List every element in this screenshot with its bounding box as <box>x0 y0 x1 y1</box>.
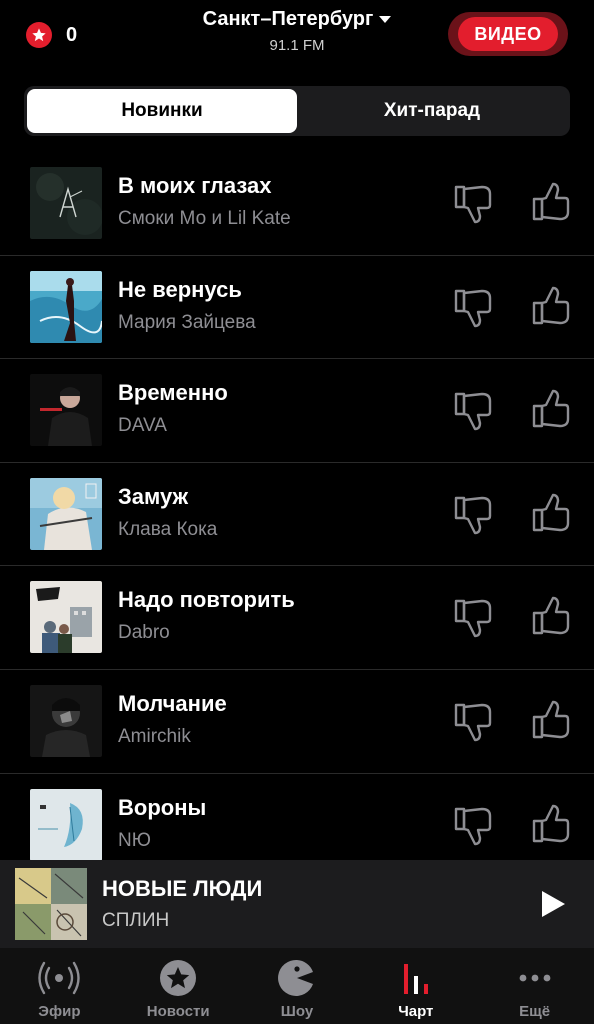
thumbs-up-icon[interactable] <box>530 698 574 742</box>
video-button-label: ВИДЕО <box>458 17 558 51</box>
thumbs-down-icon[interactable] <box>452 389 496 433</box>
broadcast-icon <box>37 958 81 998</box>
tab-chart[interactable]: Чарт <box>356 948 475 1024</box>
video-button[interactable]: ВИДЕО <box>448 12 568 56</box>
thumbs-up-icon[interactable] <box>530 594 574 638</box>
play-icon[interactable] <box>538 888 568 920</box>
thumbs-down-icon[interactable] <box>452 182 496 226</box>
thumbs-up-icon[interactable] <box>530 802 574 846</box>
chart-icon <box>394 958 438 998</box>
now-playing-title: НОВЫЕ ЛЮДИ <box>102 876 263 901</box>
tab-shows[interactable]: Шоу <box>238 948 357 1024</box>
thumbs-up-icon[interactable] <box>530 284 574 328</box>
now-playing-bar[interactable]: НОВЫЕ ЛЮДИ СПЛИН <box>0 860 594 948</box>
thumbs-down-icon[interactable] <box>452 804 496 848</box>
list-item[interactable]: Надо повторить Dabro <box>0 566 594 670</box>
now-playing-artist: СПЛИН <box>102 910 170 931</box>
list-item[interactable]: Не вернусь Мария Зайцева <box>0 256 594 360</box>
track-artist: Amirchik <box>118 725 191 747</box>
album-cover <box>30 581 102 654</box>
thumbs-down-icon[interactable] <box>452 596 496 640</box>
city-name[interactable]: Санкт–Петербург <box>203 8 374 31</box>
track-title: Временно <box>118 380 228 406</box>
now-playing-cover <box>15 868 87 940</box>
album-cover <box>30 270 102 343</box>
track-artist: NЮ <box>118 829 151 851</box>
track-artist: Мария Зайцева <box>118 311 256 333</box>
thumbs-up-icon[interactable] <box>530 180 574 224</box>
thumbs-down-icon[interactable] <box>452 700 496 744</box>
track-artist: Dabro <box>118 622 170 644</box>
track-title: Молчание <box>118 690 227 716</box>
tab-label: Чарт <box>398 1003 434 1020</box>
chart-segmented-control: Новинки Хит-парад <box>24 86 570 136</box>
chevron-down-icon[interactable] <box>379 16 392 23</box>
album-cover <box>30 788 102 860</box>
star-icon <box>156 958 200 998</box>
list-item[interactable]: В моих глазах Смоки Мо и Lil Kate <box>0 152 594 256</box>
thumbs-up-icon[interactable] <box>530 387 574 431</box>
tab-label: Эфир <box>38 1003 81 1020</box>
more-icon <box>513 958 557 998</box>
track-title: В моих глазах <box>118 173 272 198</box>
track-title: Замуж <box>118 483 189 509</box>
tab-label: Ещё <box>519 1003 551 1020</box>
tab-more[interactable]: Ещё <box>475 948 594 1024</box>
album-cover <box>30 684 102 757</box>
list-item[interactable]: Молчание Amirchik <box>0 670 594 774</box>
tab-news[interactable]: Новости <box>119 948 238 1024</box>
track-title: Вороны <box>118 794 207 820</box>
list-item[interactable]: Замуж Клава Кока <box>0 463 594 567</box>
track-title: Не вернусь <box>118 276 242 302</box>
list-item[interactable]: Временно DAVA <box>0 359 594 463</box>
album-cover <box>30 374 102 447</box>
album-cover <box>30 477 102 550</box>
thumbs-down-icon[interactable] <box>452 286 496 330</box>
track-artist: DAVA <box>118 415 167 437</box>
track-list[interactable]: В моих глазах Смоки Мо и Lil Kate Не вер… <box>0 152 594 860</box>
tab-label: Новости <box>146 1003 210 1020</box>
track-title: Надо повторить <box>118 587 295 613</box>
thumbs-down-icon[interactable] <box>452 493 496 537</box>
tab-label: Шоу <box>280 1003 314 1020</box>
tab-hit-parade[interactable]: Хит-парад <box>297 89 567 133</box>
track-artist: Смоки Мо и Lil Kate <box>118 208 291 229</box>
pacman-icon <box>275 958 319 998</box>
header: 0 Санкт–Петербург 91.1 FM ВИДЕО <box>0 0 594 76</box>
track-artist: Клава Кока <box>118 518 218 540</box>
tab-live[interactable]: Эфир <box>0 948 119 1024</box>
thumbs-up-icon[interactable] <box>530 491 574 535</box>
album-cover <box>30 167 102 239</box>
tab-new-releases[interactable]: Новинки <box>27 89 297 133</box>
tab-bar: Эфир Новости Шоу Чарт Ещё <box>0 948 594 1024</box>
list-item[interactable]: Вороны NЮ <box>0 774 594 860</box>
